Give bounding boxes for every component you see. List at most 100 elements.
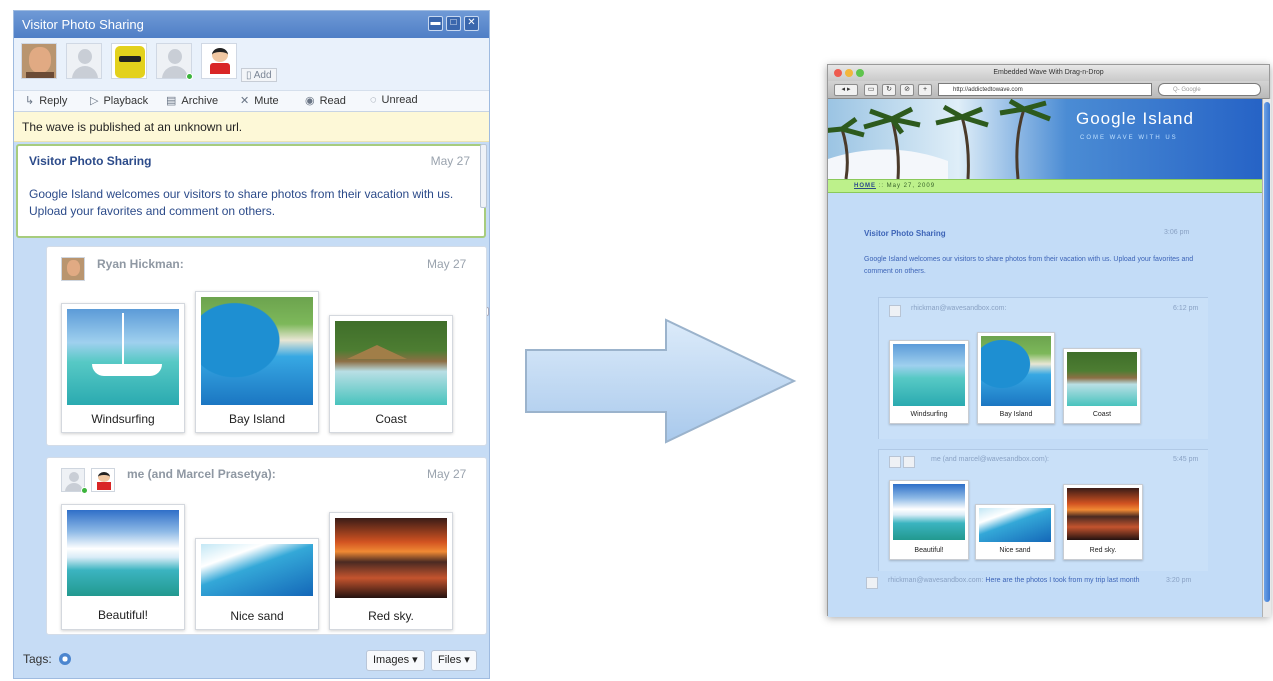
photo-caption: Windsurfing — [91, 412, 155, 426]
photo-caption: Beautiful! — [914, 547, 944, 554]
avatar[interactable] — [111, 43, 147, 79]
mute-icon: ✕ — [240, 95, 250, 107]
palm-trees-icon — [828, 99, 1051, 179]
blip-scrollbar[interactable] — [480, 144, 487, 208]
photo-beautiful — [893, 484, 965, 540]
archive-button[interactable]: ▤ Archive — [166, 94, 218, 107]
root-blip-title: Visitor Photo Sharing — [29, 154, 152, 168]
embedded-blip-body: Google Island welcomes our visitors to s… — [864, 256, 1194, 275]
bookmark-icon[interactable]: + — [918, 84, 932, 96]
playback-button[interactable]: ▷ Playback — [90, 94, 148, 107]
avatar — [61, 257, 85, 281]
photo-card[interactable]: Coast — [1063, 348, 1141, 424]
photo-card[interactable]: Bay Island — [195, 291, 319, 433]
photo-caption: Red sky. — [368, 609, 414, 623]
zoom-window-icon[interactable] — [856, 69, 864, 77]
playback-icon: ▷ — [90, 95, 99, 107]
tags-area: Tags: — [23, 652, 72, 666]
nav-date: :: May 27, 2009 — [878, 183, 936, 189]
read-button[interactable]: ◉ Read — [305, 94, 346, 107]
photo-card[interactable]: Windsurfing — [61, 303, 185, 433]
minimize-icon[interactable]: ▬ — [428, 16, 443, 31]
wave-title-bar: Visitor Photo Sharing ▬ □ ✕ — [14, 11, 489, 38]
browser-window: Embedded Wave With Drag-n-Drop ◂ ▸ ▭ ↻ ⊘… — [827, 64, 1271, 617]
files-button[interactable]: Files ▾ — [431, 650, 477, 671]
unread-button[interactable]: ◌ Unread — [370, 94, 418, 106]
photo-card[interactable]: Windsurfing — [889, 340, 969, 424]
reply-button[interactable]: ↳ Reply — [25, 94, 67, 107]
tags-label: Tags: — [23, 652, 52, 666]
photo-caption: Bay Island — [228, 412, 286, 426]
add-tag-icon[interactable] — [59, 653, 72, 665]
nav-home-link[interactable]: HOME — [854, 183, 876, 189]
photo-nice-sand — [201, 544, 313, 596]
photo-caption: Bay Island — [999, 411, 1033, 418]
webpage: Google Island COME WAVE WITH US HOME :: … — [828, 99, 1262, 617]
avatar[interactable] — [66, 43, 102, 79]
back-forward-icon[interactable]: ◂ ▸ — [834, 84, 858, 96]
reply-blip[interactable]: Ryan Hickman: May 27 Windsurfing Bay Isl… — [46, 246, 487, 446]
unread-label: Unread — [381, 94, 418, 106]
scrollbar-thumb[interactable] — [1264, 102, 1270, 602]
photo-card[interactable]: Bay Island — [977, 332, 1055, 424]
photo-red-sky — [335, 518, 447, 598]
page-scrollbar[interactable] — [1262, 99, 1271, 617]
minimize-window-icon[interactable] — [845, 69, 853, 77]
photo-beautiful — [67, 510, 179, 596]
photo-card[interactable]: Beautiful! — [61, 504, 185, 630]
avatar — [889, 305, 901, 317]
photo-caption: Nice sand — [230, 609, 284, 623]
print-icon[interactable]: ▭ — [864, 84, 878, 96]
add-participant-icon: ▯ — [246, 70, 252, 81]
photo-card[interactable]: Red sky. — [1063, 484, 1143, 560]
photo-caption: Nice sand — [999, 547, 1031, 554]
avatar — [866, 577, 878, 589]
close-window-icon[interactable] — [834, 69, 842, 77]
archive-icon: ▤ — [166, 95, 177, 107]
participants-bar: ▯ Add — [14, 38, 489, 90]
photo-caption: Windsurfing — [910, 411, 948, 418]
photo-bay-island — [981, 336, 1051, 406]
reply-label: Reply — [39, 95, 68, 107]
photo-bay-island — [201, 297, 313, 405]
embedded-reply[interactable]: rhickman@wavesandbox.com: 6:12 pm Windsu… — [878, 297, 1208, 439]
read-icon: ◉ — [305, 95, 315, 107]
reload-icon[interactable]: ↻ — [882, 84, 896, 96]
embedded-reply[interactable]: me (and marcel@wavesandbox.com): 5:45 pm… — [878, 449, 1208, 571]
transition-arrow-icon — [525, 318, 797, 444]
photo-coast — [1067, 352, 1137, 406]
reply-blip[interactable]: me (and Marcel Prasetya): May 27 Beautif… — [46, 457, 487, 635]
photo-card[interactable]: Nice sand — [195, 538, 319, 630]
photo-caption: Red sky. — [1089, 547, 1117, 554]
site-banner: Google Island COME WAVE WITH US — [828, 99, 1262, 179]
photo-card[interactable]: Coast — [329, 315, 453, 433]
embedded-blip-time: 3:06 pm — [1164, 229, 1190, 236]
last-reply-time: 3:20 pm — [1166, 577, 1192, 584]
root-blip-date: May 27 — [430, 154, 470, 168]
mute-label: Mute — [254, 95, 279, 107]
photo-nice-sand — [979, 508, 1051, 542]
browser-title: Embedded Wave With Drag-n-Drop — [993, 69, 1104, 76]
site-subtitle: COME WAVE WITH US — [1080, 135, 1178, 141]
wave-toolbar: ↳ Reply ▷ Playback ▤ Archive ✕ Mute ◉ Read ◌ U… — [14, 90, 489, 112]
maximize-icon[interactable]: □ — [446, 16, 461, 31]
address-bar[interactable]: http://addictedtowave.com — [938, 83, 1152, 96]
wave-panel: Visitor Photo Sharing ▬ □ ✕ ▯ Add ↳ Reply — [13, 10, 490, 679]
add-participant-button[interactable]: ▯ Add — [241, 68, 277, 82]
last-reply[interactable]: rhickman@wavesandbox.com: Here are the p… — [888, 575, 1158, 587]
site-nav: HOME :: May 27, 2009 — [828, 179, 1262, 193]
root-blip[interactable]: Visitor Photo Sharing May 27 Google Isla… — [16, 144, 486, 238]
stop-icon[interactable]: ⊘ — [900, 84, 914, 96]
avatar[interactable] — [21, 43, 57, 79]
photo-card[interactable]: Beautiful! — [889, 480, 969, 560]
close-icon[interactable]: ✕ — [464, 16, 479, 31]
search-field[interactable]: Q- Google — [1158, 83, 1261, 96]
photo-card[interactable]: Nice sand — [975, 504, 1055, 560]
browser-title-bar: Embedded Wave With Drag-n-Drop — [828, 65, 1269, 81]
images-button[interactable]: Images ▾ — [366, 650, 425, 671]
photo-coast — [335, 321, 447, 405]
mute-button[interactable]: ✕ Mute — [240, 94, 279, 107]
avatar[interactable] — [201, 43, 237, 79]
embedded-reply-time: 6:12 pm — [1173, 305, 1199, 312]
photo-card[interactable]: Red sky. — [329, 512, 453, 630]
